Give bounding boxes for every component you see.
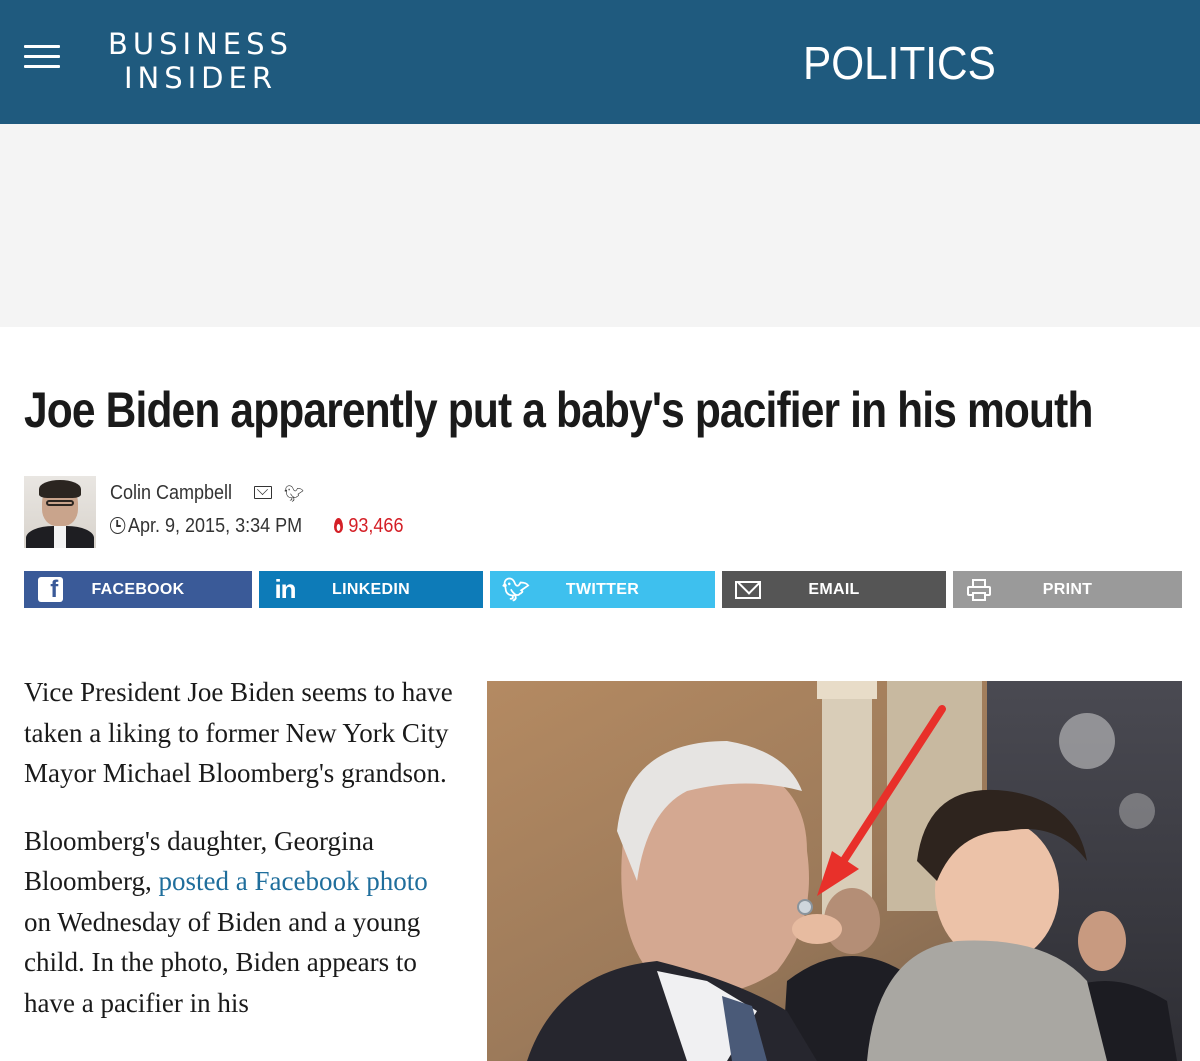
twitter-bird-icon[interactable]: 🐦︎: [284, 484, 304, 504]
envelope-icon: [735, 580, 761, 599]
article-paragraph: Vice President Joe Biden seems to have t…: [24, 677, 453, 788]
ad-placeholder: [0, 124, 1200, 327]
publish-date-text: Apr. 9, 2015, 3:34 PM: [128, 515, 303, 537]
author-avatar[interactable]: [24, 476, 96, 548]
facebook-photo-link[interactable]: posted a Facebook photo: [159, 866, 428, 896]
share-linkedin-button[interactable]: in LINKEDIN: [259, 571, 483, 608]
site-logo[interactable]: BUSINESS INSIDER: [108, 27, 293, 95]
paragraph-text: on Wednesday of Biden and a young child.…: [24, 906, 421, 1018]
facebook-icon: f: [37, 577, 63, 602]
printer-icon: [967, 578, 991, 601]
share-email-button[interactable]: EMAIL: [722, 571, 946, 608]
logo-line-2: INSIDER: [123, 61, 277, 95]
view-count-text: 93,466: [348, 515, 404, 537]
article-paragraph: Bloomberg's daughter, Georgina Bloomberg…: [24, 821, 454, 1024]
article-photo[interactable]: [487, 681, 1182, 1061]
logo-line-1: BUSINESS: [108, 27, 293, 61]
article-headline: Joe Biden apparently put a baby's pacifi…: [24, 382, 1093, 438]
envelope-icon[interactable]: [254, 486, 272, 499]
view-count: 93,466: [334, 515, 403, 538]
share-facebook-button[interactable]: f FACEBOOK: [24, 571, 252, 608]
author-name[interactable]: Colin Campbell: [110, 482, 232, 505]
section-title[interactable]: POLITICS: [803, 36, 996, 90]
share-twitter-button[interactable]: 🐦︎ TWITTER: [490, 571, 715, 608]
linkedin-icon: in: [274, 574, 296, 604]
hamburger-menu-icon[interactable]: [24, 45, 60, 73]
twitter-icon: 🐦︎: [501, 576, 531, 602]
print-button[interactable]: PRINT: [953, 571, 1182, 608]
article-body: Vice President Joe Biden seems to have t…: [24, 672, 454, 1050]
clock-icon: [110, 517, 126, 534]
flame-icon: [334, 518, 343, 533]
site-header: BUSINESS INSIDER POLITICS: [0, 0, 1200, 124]
publish-date: Apr. 9, 2015, 3:34 PM: [110, 515, 302, 538]
